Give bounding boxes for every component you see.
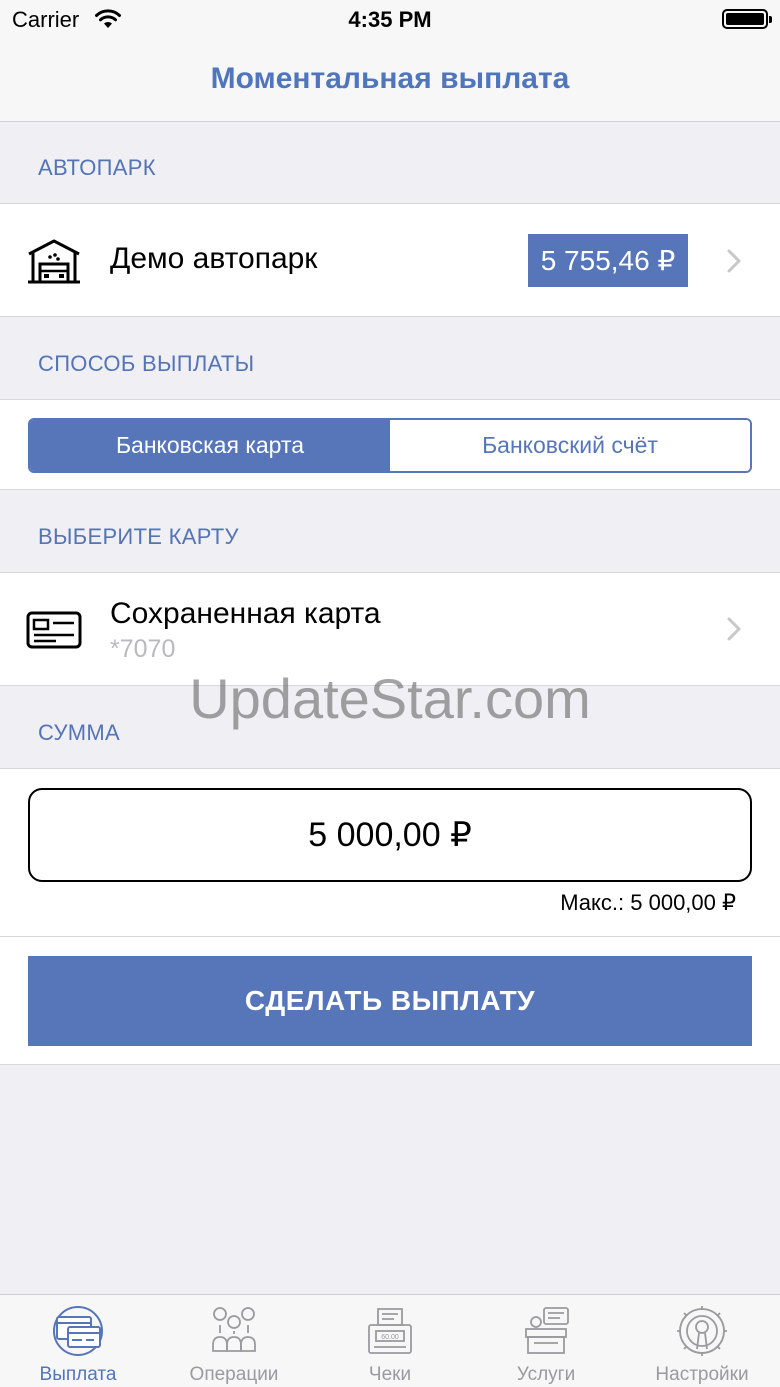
settings-icon xyxy=(677,1306,727,1356)
tab-label: Выплата xyxy=(39,1364,117,1385)
navigation-bar: Моментальная выплата xyxy=(0,40,780,122)
amount-section-header: СУММА xyxy=(38,720,120,745)
fleet-name: Демо автопарк xyxy=(110,242,318,275)
tab-operations[interactable]: Операции xyxy=(156,1295,312,1387)
garage-icon xyxy=(28,239,80,284)
tab-payout[interactable]: Выплата xyxy=(0,1295,156,1387)
tab-label: Операции xyxy=(189,1364,279,1385)
tab-label: Услуги xyxy=(516,1364,576,1385)
tab-label: Чеки xyxy=(368,1364,412,1385)
saved-card-title: Сохраненная карта xyxy=(110,597,381,630)
card-section-header: ВЫБЕРИТЕ КАРТУ xyxy=(38,524,239,549)
fleet-balance-badge: 5 755,46 ₽ xyxy=(528,234,688,287)
submit-cell: СДЕЛАТЬ ВЫПЛАТУ xyxy=(0,937,780,1065)
tab-receipts[interactable]: 60.00 Чеки xyxy=(312,1295,468,1387)
svg-text:60.00: 60.00 xyxy=(381,1334,399,1341)
segment-bank-account[interactable]: Банковский счёт xyxy=(390,420,750,471)
saved-card-number: *7070 xyxy=(110,635,176,663)
chevron-right-icon xyxy=(727,617,741,641)
tab-label: Настройки xyxy=(655,1364,749,1385)
tab-bar: Выплата Операции 60.00 Чеки Услуги Настр… xyxy=(0,1294,780,1387)
max-amount-label: Макс.: 5 000,00 ₽ xyxy=(560,890,736,915)
clock-time: 4:35 PM xyxy=(348,7,432,32)
tab-services[interactable]: Услуги xyxy=(468,1295,624,1387)
payout-icon xyxy=(53,1306,103,1356)
payout-method-section-header: СПОСОБ ВЫПЛАТЫ xyxy=(38,351,255,376)
services-icon xyxy=(525,1307,569,1354)
receipts-icon: 60.00 xyxy=(368,1308,412,1354)
page-title: Моментальная выплата xyxy=(210,62,570,95)
credit-card-icon xyxy=(26,611,82,649)
battery-icon xyxy=(722,9,772,29)
chevron-right-icon xyxy=(727,249,741,273)
fleet-cell[interactable]: Демо автопарк 5 755,46 ₽ xyxy=(0,203,780,317)
operations-icon xyxy=(212,1307,256,1352)
fleet-section-header: АВТОПАРК xyxy=(38,155,156,180)
tab-settings[interactable]: Настройки xyxy=(624,1295,780,1387)
segment-bank-card[interactable]: Банковская карта xyxy=(30,420,390,471)
make-payout-button[interactable]: СДЕЛАТЬ ВЫПЛАТУ xyxy=(28,956,752,1046)
status-bar: Carrier 4:35 PM xyxy=(0,0,780,40)
amount-cell: 5 000,00 ₽ Макс.: 5 000,00 ₽ xyxy=(0,768,780,937)
amount-input[interactable]: 5 000,00 ₽ xyxy=(28,788,752,882)
saved-card-cell[interactable]: Сохраненная карта *7070 xyxy=(0,572,780,686)
payout-method-cell: Банковская карта Банковский счёт xyxy=(0,399,780,490)
payout-method-segmented-control: Банковская карта Банковский счёт xyxy=(28,418,752,473)
